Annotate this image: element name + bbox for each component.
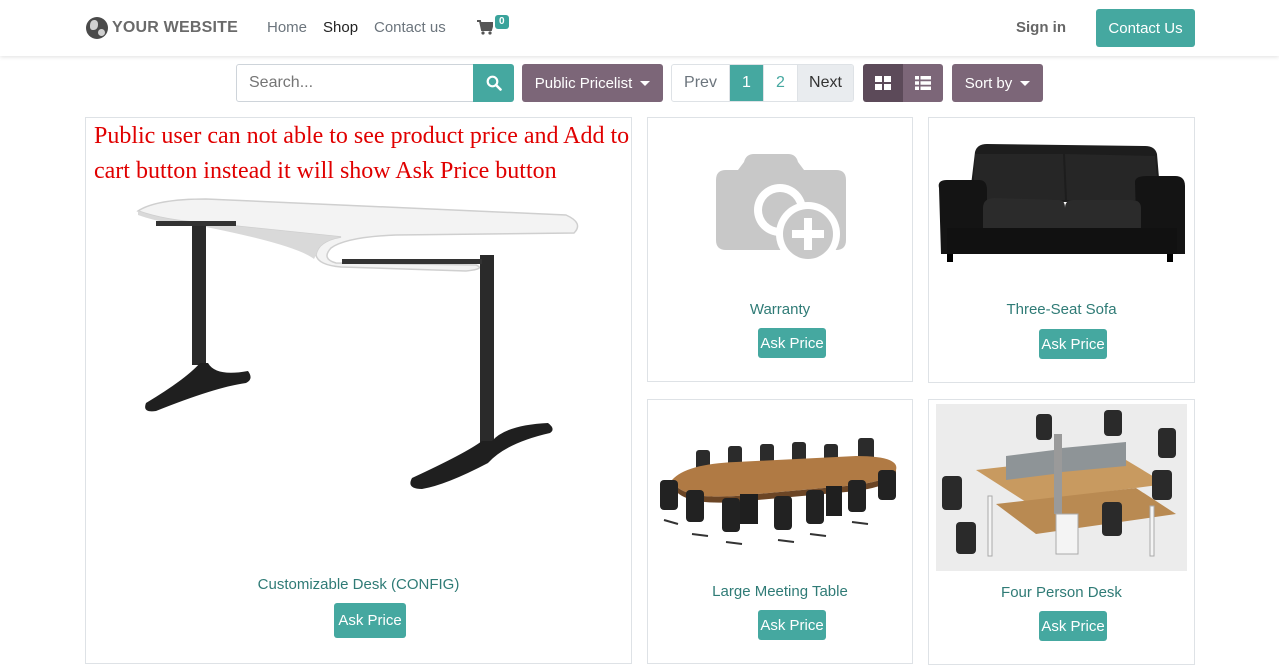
cart-count-badge: 0 (495, 15, 509, 29)
product-image-desk (136, 198, 579, 489)
ask-price-button[interactable]: Ask Price (758, 328, 826, 358)
search-button[interactable] (473, 64, 514, 102)
view-toggle (863, 64, 943, 102)
pager-next[interactable]: Next (797, 65, 853, 101)
grid-icon (875, 76, 891, 90)
product-name[interactable]: Large Meeting Table (648, 583, 912, 600)
nav-contact-us[interactable]: Contact us (374, 19, 446, 36)
ask-price-button[interactable]: Ask Price (758, 610, 826, 640)
product-card[interactable]: Four Person Desk Ask Price (928, 399, 1195, 665)
product-card[interactable]: Large Meeting Table Ask Price (647, 399, 913, 664)
navbar: YOUR WEBSITE Home Shop Contact us 0 Sign… (0, 0, 1279, 56)
globe-icon (86, 17, 108, 39)
camera-placeholder-icon (716, 154, 846, 266)
grid-view-button[interactable] (863, 64, 903, 102)
product-image-four-person-desk (936, 404, 1187, 571)
list-view-button[interactable] (903, 64, 943, 102)
ask-price-button[interactable]: Ask Price (334, 603, 406, 638)
site-logo[interactable]: YOUR WEBSITE (86, 9, 238, 47)
sort-by-dropdown[interactable]: Sort by (952, 64, 1043, 102)
logo-text: YOUR WEBSITE (112, 19, 238, 36)
annotation-note: Public user can not able to see product … (94, 123, 630, 184)
pagination: Prev 1 2 Next (671, 64, 854, 102)
sign-in-link[interactable]: Sign in (1016, 19, 1066, 36)
nav-home[interactable]: Home (267, 19, 307, 36)
pager-prev[interactable]: Prev (672, 65, 729, 101)
search-icon (486, 75, 502, 91)
product-card[interactable]: Three-Seat Sofa Ask Price (928, 117, 1195, 383)
product-image-meeting-table (660, 438, 897, 545)
nav-shop[interactable]: Shop (323, 19, 358, 36)
product-card[interactable]: Warranty Ask Price (647, 117, 913, 382)
product-card[interactable]: Customizable Desk (CONFIG) Ask Price (85, 117, 632, 664)
cart-icon[interactable] (477, 20, 493, 35)
product-name[interactable]: Four Person Desk (929, 584, 1194, 601)
pager-page-2[interactable]: 2 (763, 65, 797, 101)
search-input[interactable] (236, 64, 474, 102)
contact-us-button[interactable]: Contact Us (1096, 9, 1195, 47)
pager-page-1[interactable]: 1 (729, 65, 763, 101)
product-name[interactable]: Three-Seat Sofa (929, 301, 1194, 318)
ask-price-button[interactable]: Ask Price (1039, 611, 1107, 641)
list-icon (915, 76, 931, 90)
product-name[interactable]: Customizable Desk (CONFIG) (86, 576, 631, 593)
product-name[interactable]: Warranty (648, 301, 912, 318)
sort-by-label: Sort by (964, 74, 1013, 92)
pricelist-dropdown[interactable]: Public Pricelist (522, 64, 663, 102)
caret-down-icon (640, 80, 651, 86)
ask-price-button[interactable]: Ask Price (1039, 329, 1107, 359)
product-image-sofa (938, 144, 1185, 262)
pricelist-label: Public Pricelist (534, 74, 633, 92)
caret-down-icon (1020, 80, 1031, 86)
